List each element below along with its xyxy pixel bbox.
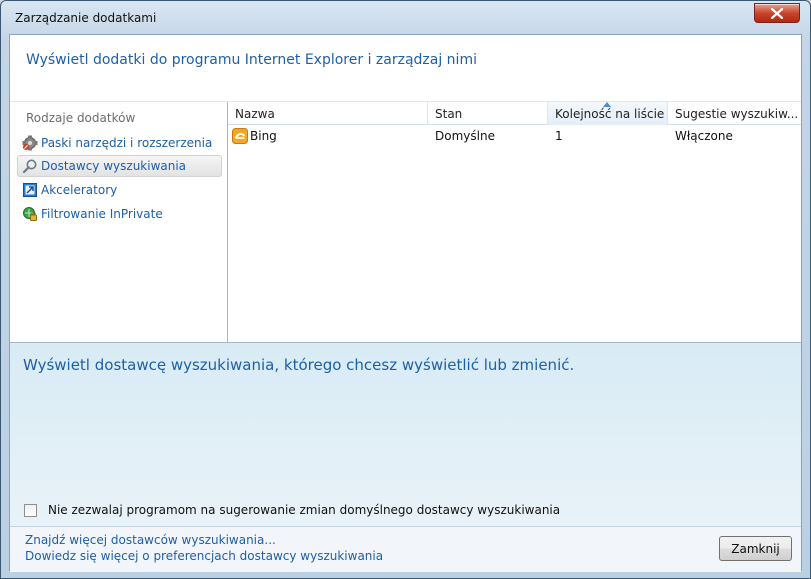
disallow-suggestions-checkbox[interactable] bbox=[24, 503, 37, 517]
details-title: Wyświetl dostawcę wyszukiwania, którego … bbox=[23, 356, 575, 374]
dialog-header: Wyświetl dodatki do programu Internet Ex… bbox=[10, 35, 801, 102]
learn-more-preferences-link[interactable]: Dowiedz się więcej o preferencjach dosta… bbox=[25, 549, 383, 563]
close-button[interactable]: Zamknij bbox=[719, 536, 792, 561]
add-ons-list: Nazwa Stan Kolejność na liście Sugestie … bbox=[227, 102, 801, 342]
column-header-name[interactable]: Nazwa bbox=[228, 102, 428, 125]
sidebar-item-label: Paski narzędzi i rozszerzenia bbox=[41, 136, 213, 150]
disallow-suggestions-label: Nie zezwalaj programom na sugerowanie zm… bbox=[48, 503, 561, 517]
title-bar[interactable]: Zarządzanie dodatkami bbox=[1, 1, 810, 33]
disallow-suggestions-option[interactable]: Nie zezwalaj programom na sugerowanie zm… bbox=[24, 503, 560, 517]
search-icon bbox=[22, 159, 37, 174]
page-title: Wyświetl dodatki do programu Internet Ex… bbox=[26, 52, 477, 68]
bing-icon bbox=[232, 128, 248, 144]
cell-order: 1 bbox=[555, 129, 563, 143]
sidebar-item-label: Dostawcy wyszukiwania bbox=[41, 159, 187, 173]
add-ons-dialog: Zarządzanie dodatkami Wyświetl dodatki d… bbox=[0, 0, 811, 579]
find-more-providers-link[interactable]: Znajdź więcej dostawców wyszukiwania... bbox=[25, 533, 276, 547]
inprivate-icon bbox=[23, 207, 37, 221]
gear-icon bbox=[22, 135, 38, 151]
column-header-status[interactable]: Stan bbox=[428, 102, 548, 125]
dialog-footer: Znajdź więcej dostawców wyszukiwania... … bbox=[10, 526, 801, 572]
dialog-content: Wyświetl dodatki do programu Internet Ex… bbox=[9, 34, 802, 572]
sort-ascending-icon bbox=[603, 102, 611, 107]
sidebar-item-label: Akceleratory bbox=[41, 183, 118, 197]
list-header: Nazwa Stan Kolejność na liście Sugestie … bbox=[228, 102, 801, 125]
window-close-button[interactable] bbox=[754, 3, 800, 23]
cell-suggestions: Włączone bbox=[675, 129, 733, 143]
table-row[interactable]: Bing Domyślne 1 Włączone bbox=[228, 125, 801, 147]
details-pane: Wyświetl dostawcę wyszukiwania, którego … bbox=[10, 342, 801, 526]
close-icon bbox=[771, 7, 783, 19]
sidebar-item-search-providers[interactable]: Dostawcy wyszukiwania bbox=[17, 155, 222, 177]
cell-status: Domyślne bbox=[435, 129, 495, 143]
column-header-suggestions[interactable]: Sugestie wyszukiw... bbox=[668, 102, 802, 125]
add-on-types-heading: Rodzaje dodatków bbox=[26, 111, 136, 125]
add-on-types-pane: Rodzaje dodatków Paski narzędzi i rozsze… bbox=[10, 102, 227, 342]
accelerator-icon bbox=[23, 183, 37, 197]
sidebar-item-inprivate-filtering[interactable]: Filtrowanie InPrivate bbox=[17, 203, 222, 225]
window-title: Zarządzanie dodatkami bbox=[15, 11, 157, 25]
column-header-order[interactable]: Kolejność na liście bbox=[548, 102, 668, 125]
sidebar-item-toolbars-extensions[interactable]: Paski narzędzi i rozszerzenia bbox=[17, 132, 222, 154]
sidebar-item-label: Filtrowanie InPrivate bbox=[41, 207, 163, 221]
sidebar-item-accelerators[interactable]: Akceleratory bbox=[17, 179, 222, 201]
cell-name: Bing bbox=[228, 125, 428, 147]
